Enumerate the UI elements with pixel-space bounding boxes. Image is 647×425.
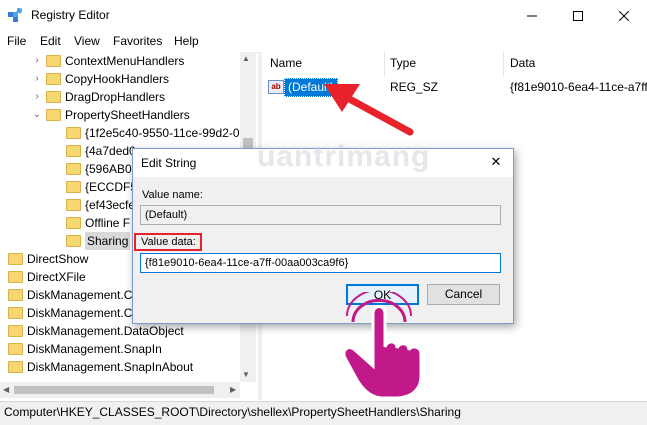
folder-icon [46, 55, 61, 67]
close-button[interactable] [601, 0, 647, 32]
tree-item[interactable]: {ECCDF5 [85, 178, 137, 196]
scroll-left-icon[interactable]: ◀ [3, 385, 9, 394]
expand-icon[interactable]: › [0, 342, 4, 356]
folder-icon [66, 235, 81, 247]
pointing-hand-icon [342, 292, 423, 400]
minimize-button[interactable] [509, 0, 555, 32]
folder-icon [8, 343, 23, 355]
tree-item[interactable]: ContextMenuHandlers [65, 52, 184, 70]
folder-icon [8, 325, 23, 337]
folder-icon [66, 145, 81, 157]
tree-item[interactable]: DiskManagement.SnapIn [27, 340, 162, 358]
tree-item[interactable]: {4a7ded0 [85, 142, 136, 160]
scroll-right-icon[interactable]: ▶ [230, 385, 236, 394]
folder-icon [46, 109, 61, 121]
tree-item[interactable]: Sharing [85, 232, 131, 250]
expand-icon[interactable]: › [0, 252, 4, 266]
folder-icon [66, 181, 81, 193]
window-title: Registry Editor [31, 8, 110, 22]
value-name-field: (Default) [140, 205, 501, 225]
folder-icon [8, 253, 23, 265]
collapse-icon[interactable]: ⌄ [32, 108, 42, 122]
column-header-type[interactable]: Type [390, 56, 416, 70]
tree-item[interactable]: DragDropHandlers [65, 88, 165, 106]
folder-icon [46, 73, 61, 85]
value-data-input[interactable]: {f81e9010-6ea4-11ce-a7ff-00aa003ca9f6} [140, 253, 501, 273]
expand-icon[interactable]: › [32, 72, 42, 86]
expand-icon[interactable]: › [32, 54, 42, 68]
column-divider[interactable] [503, 52, 504, 76]
tree-item[interactable]: {1f2e5c40-9550-11ce-99d2-00 [85, 124, 246, 142]
menu-edit[interactable]: Edit [40, 34, 61, 48]
expand-icon[interactable]: › [0, 324, 4, 338]
tree-item[interactable]: DirectXFile [27, 268, 86, 286]
annotation-arrow [324, 84, 414, 136]
dialog-title: Edit String [141, 156, 197, 170]
folder-icon [46, 91, 61, 103]
scroll-down-icon[interactable]: ▼ [242, 370, 250, 379]
string-value-icon: ab [268, 80, 284, 94]
tree-item[interactable]: {596AB06 [85, 160, 138, 178]
folder-icon [8, 307, 23, 319]
menu-help[interactable]: Help [174, 34, 199, 48]
expand-icon[interactable]: › [0, 270, 4, 284]
cancel-button[interactable]: Cancel [427, 284, 500, 305]
tree-item[interactable]: {ef43ecfe [85, 196, 135, 214]
column-header-data[interactable]: Data [510, 56, 535, 70]
menu-favorites[interactable]: Favorites [113, 34, 162, 48]
minimize-icon [527, 15, 537, 17]
close-icon [619, 11, 629, 21]
folder-icon [8, 289, 23, 301]
tree-item[interactable]: Offline F [85, 214, 130, 232]
expand-icon[interactable]: › [0, 306, 4, 320]
dialog-close-button[interactable]: ✕ [486, 152, 506, 172]
folder-icon [66, 127, 81, 139]
tree-hscroll-thumb[interactable] [14, 386, 214, 394]
folder-icon [66, 217, 81, 229]
tree-item[interactable]: DirectShow [27, 250, 88, 268]
expand-icon[interactable]: › [0, 360, 4, 374]
tree-item[interactable]: DiskManagement.DataObject [27, 322, 184, 340]
menu-file[interactable]: File [7, 34, 26, 48]
tree-item[interactable]: DiskManagement.SnapInAbout [27, 358, 193, 376]
scroll-up-icon[interactable]: ▲ [242, 54, 250, 63]
maximize-icon [573, 11, 583, 21]
maximize-button[interactable] [555, 0, 601, 32]
tree-item[interactable]: DiskManagement.C [27, 304, 132, 322]
menu-view[interactable]: View [74, 34, 100, 48]
tree-item[interactable]: CopyHookHandlers [65, 70, 169, 88]
column-divider[interactable] [384, 52, 385, 76]
folder-icon [66, 199, 81, 211]
folder-icon [8, 361, 23, 373]
expand-icon[interactable]: › [0, 288, 4, 302]
tree-item[interactable]: PropertySheetHandlers [65, 106, 190, 124]
watermark: uantrimang [257, 140, 431, 173]
value-data: {f81e9010-6ea4-11ce-a7ff [510, 80, 647, 94]
close-icon: ✕ [490, 154, 502, 169]
value-data-label: Value data: [141, 236, 196, 248]
tree-item[interactable]: DiskManagement.C [27, 286, 132, 304]
folder-icon [66, 163, 81, 175]
value-name-label: Value name: [142, 189, 203, 201]
registry-editor-icon [8, 8, 22, 22]
status-path: Computer\HKEY_CLASSES_ROOT\Directory\she… [4, 405, 461, 419]
column-header-name[interactable]: Name [270, 56, 302, 70]
expand-icon[interactable]: › [32, 90, 42, 104]
folder-icon [8, 271, 23, 283]
